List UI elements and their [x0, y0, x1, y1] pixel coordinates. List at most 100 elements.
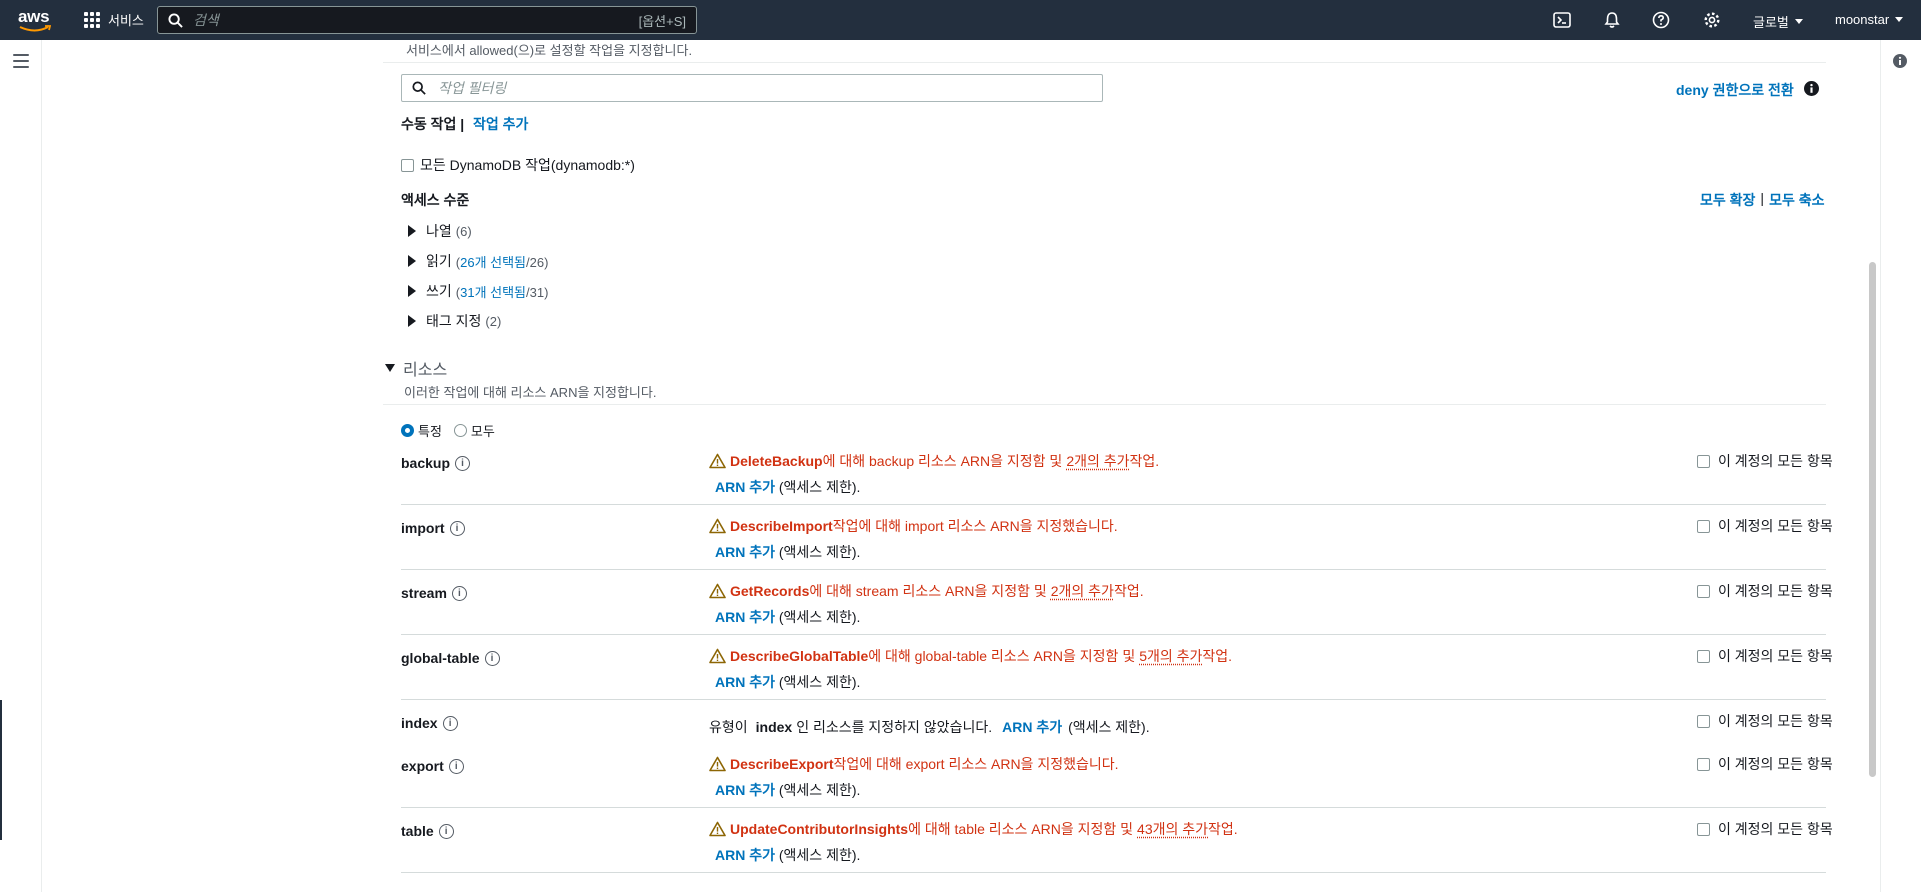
info-icon[interactable]: i: [438, 823, 454, 839]
caret-right-icon: [408, 225, 416, 237]
bell-icon[interactable]: [1603, 11, 1621, 29]
resource-warning-message: UpdateContributorInsights 에 대해 table 리소스 …: [709, 819, 1238, 839]
add-action-link[interactable]: 작업 추가: [473, 114, 528, 134]
account-label: moonstar: [1835, 12, 1890, 27]
action-filter-input[interactable]: 작업 필터링: [401, 74, 1103, 102]
selected-count: 26개 선택됨: [460, 254, 527, 270]
actions-description: 서비스에서 allowed(으)로 설정할 작업을 지정합니다.: [406, 43, 693, 58]
add-arn-link[interactable]: ARN 추가: [1002, 717, 1062, 737]
add-arn-row: ARN 추가 (액세스 제한).: [715, 672, 860, 692]
row-divider: [401, 699, 1826, 700]
message-text: 유형이: [709, 719, 748, 735]
resource-name-index: index i: [401, 715, 458, 731]
all-actions-checkbox-row[interactable]: 모든 DynamoDB 작업(dynamodb:*): [401, 155, 635, 175]
cloudshell-icon[interactable]: [1553, 11, 1571, 29]
warning-icon: [709, 453, 726, 469]
radio-all[interactable]: [453, 424, 467, 437]
additional-actions-link[interactable]: 2개의 추가: [1051, 581, 1114, 601]
info-icon[interactable]: i: [455, 455, 471, 471]
add-arn-link[interactable]: ARN 추가: [715, 847, 775, 863]
row-divider: [401, 872, 1826, 873]
additional-actions-link[interactable]: 43개의 추가: [1137, 819, 1208, 839]
info-icon[interactable]: i: [449, 520, 465, 536]
all-in-account-checkbox-row[interactable]: 이 계정의 모든 항목: [1697, 516, 1833, 536]
resource-name-table: table i: [401, 823, 454, 839]
manual-actions-label: 수동 작업 |: [401, 116, 465, 132]
add-arn-row: ARN 추가 (액세스 제한).: [715, 607, 860, 627]
all-in-account-checkbox-row[interactable]: 이 계정의 모든 항목: [1697, 581, 1833, 601]
account-menu[interactable]: moonstar: [1835, 12, 1904, 27]
resource-warning-message: GetRecords 에 대해 stream 리소스 ARN을 지정함 및 2개의…: [709, 581, 1144, 601]
info-icon[interactable]: i: [442, 715, 458, 731]
all-in-account-label: 이 계정의 모든 항목: [1718, 518, 1833, 534]
resource-type-label: backup: [401, 455, 451, 471]
arn-suffix-text: (액세스 제한).: [778, 847, 861, 863]
global-search-input[interactable]: 검색 [옵션+S]: [157, 6, 697, 34]
left-side-rail: [0, 40, 42, 892]
scrollbar-thumb[interactable]: [1869, 262, 1876, 777]
info-panel-icon[interactable]: [1893, 54, 1907, 68]
access-level-tagging[interactable]: 태그 지정 (2): [408, 311, 501, 331]
expand-all-link[interactable]: 모두 확장: [1700, 190, 1755, 210]
info-icon[interactable]: i: [448, 758, 464, 774]
access-level-list[interactable]: 나열 (6): [408, 221, 472, 241]
hamburger-menu-icon[interactable]: [13, 54, 29, 68]
all-in-account-checkbox[interactable]: [1697, 454, 1710, 468]
access-level-label: 나열: [426, 223, 452, 239]
resource-warning-message: DeleteBackup 에 대해 backup 리소스 ARN을 지정함 및 2…: [709, 451, 1159, 471]
add-arn-link[interactable]: ARN 추가: [715, 609, 775, 625]
all-in-account-checkbox[interactable]: [1697, 584, 1710, 598]
all-in-account-checkbox[interactable]: [1697, 714, 1710, 728]
all-in-account-checkbox-row[interactable]: 이 계정의 모든 항목: [1697, 451, 1833, 471]
add-arn-link[interactable]: ARN 추가: [715, 544, 775, 560]
info-icon[interactable]: i: [451, 585, 467, 601]
caret-right-icon: [408, 315, 416, 327]
divider: [383, 404, 1826, 405]
info-icon[interactable]: i: [484, 650, 500, 666]
arn-suffix-text: (액세스 제한).: [778, 782, 861, 798]
all-in-account-checkbox-row[interactable]: 이 계정의 모든 항목: [1697, 711, 1833, 731]
region-selector[interactable]: 글로벌: [1753, 12, 1803, 31]
arn-suffix-text: (액세스 제한).: [778, 674, 861, 690]
gear-icon[interactable]: [1703, 11, 1721, 29]
grid-icon: [84, 11, 100, 28]
access-level-read[interactable]: 읽기 (26개 선택됨/26): [408, 251, 548, 271]
services-menu-button[interactable]: 서비스: [84, 10, 144, 29]
resource-warning-message: DescribeGlobalTable 에 대해 global-table 리소스…: [709, 646, 1232, 666]
radio-specific[interactable]: [401, 424, 414, 437]
collapse-all-link[interactable]: 모두 축소: [1769, 190, 1824, 210]
all-in-account-checkbox[interactable]: [1697, 649, 1710, 663]
resource-name-stream: stream i: [401, 585, 467, 601]
help-icon[interactable]: [1652, 11, 1670, 29]
add-arn-link[interactable]: ARN 추가: [715, 782, 775, 798]
info-icon[interactable]: [1804, 81, 1819, 96]
aws-logo[interactable]: aws: [18, 7, 52, 33]
warning-text: 에 대해 table 리소스 ARN을 지정함 및: [908, 821, 1134, 837]
selected-count: 31개 선택됨: [460, 284, 527, 300]
additional-actions-link[interactable]: 2개의 추가: [1066, 451, 1129, 471]
warning-action-name: UpdateContributorInsights: [730, 821, 909, 837]
aws-logo-text: aws: [18, 7, 50, 26]
add-arn-link[interactable]: ARN 추가: [715, 674, 775, 690]
access-level-label: 태그 지정: [426, 313, 482, 329]
row-divider: [401, 807, 1826, 808]
all-in-account-checkbox[interactable]: [1697, 519, 1710, 533]
divider: [383, 62, 1826, 63]
arn-suffix-text: (액세스 제한).: [1068, 719, 1150, 735]
switch-deny-link[interactable]: deny 권한으로 전환: [1676, 80, 1794, 100]
add-arn-link[interactable]: ARN 추가: [715, 479, 775, 495]
radio-specific-label: 특정: [418, 424, 442, 439]
additional-actions-link[interactable]: 5개의 추가: [1139, 646, 1202, 666]
arn-suffix-text: (액세스 제한).: [778, 609, 861, 625]
all-in-account-checkbox-row[interactable]: 이 계정의 모든 항목: [1697, 754, 1833, 774]
warning-icon: [709, 518, 726, 534]
all-in-account-checkbox[interactable]: [1697, 822, 1710, 836]
resources-section-header[interactable]: 리소스: [385, 356, 447, 380]
all-in-account-checkbox[interactable]: [1697, 757, 1710, 771]
all-in-account-checkbox-row[interactable]: 이 계정의 모든 항목: [1697, 819, 1833, 839]
all-in-account-checkbox-row[interactable]: 이 계정의 모든 항목: [1697, 646, 1833, 666]
warning-text: 작업.: [1208, 821, 1238, 837]
all-actions-checkbox[interactable]: [401, 158, 414, 172]
resource-scope-radio-group: 특정 모두: [401, 421, 495, 440]
access-level-write[interactable]: 쓰기 (31개 선택됨/31): [408, 281, 548, 301]
